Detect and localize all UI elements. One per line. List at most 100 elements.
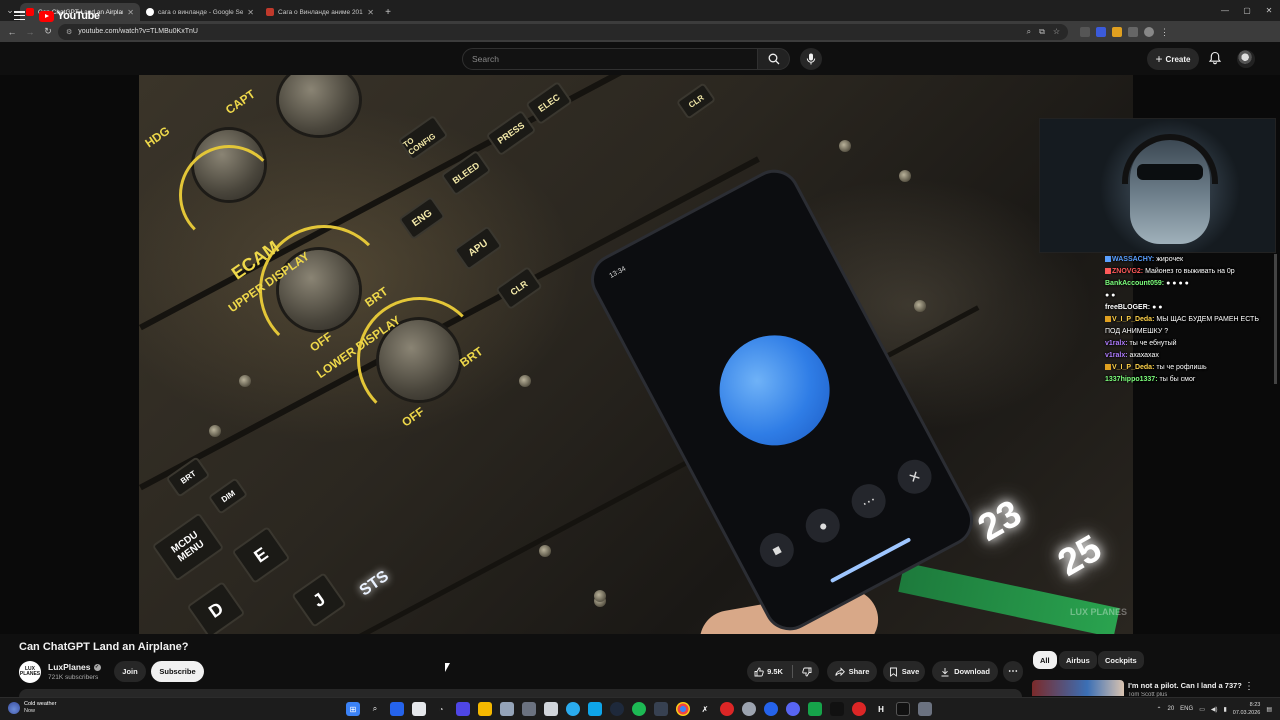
recommendation-thumbnail[interactable] — [1032, 680, 1124, 696]
browser-tab-2[interactable]: Сага о Винланде аниме 2019- ✕ — [260, 3, 380, 21]
telegram-icon[interactable] — [566, 702, 580, 716]
voice-search-button[interactable] — [800, 48, 822, 70]
clock[interactable]: 8:23 07.03.2026 — [1233, 701, 1261, 717]
weather-widget[interactable]: Cold weather Now — [8, 701, 56, 715]
join-button[interactable]: Join — [114, 661, 146, 682]
extension-icon[interactable] — [1080, 26, 1090, 37]
app-icon[interactable] — [830, 702, 844, 716]
recommendation-more-icon[interactable]: ⋮ — [1244, 681, 1254, 692]
microphone-icon — [806, 53, 816, 65]
app-icon[interactable] — [522, 702, 536, 716]
browser-tab-1[interactable]: сага о винланде - Google Sear ✕ — [140, 3, 260, 21]
language-indicator[interactable]: ENG — [1180, 706, 1193, 712]
site-info-icon[interactable]: ⚙ — [66, 28, 72, 36]
terminal-icon[interactable] — [896, 702, 910, 716]
notifications-bell-icon[interactable] — [1208, 51, 1222, 65]
address-bar[interactable]: ⚙ youtube.com/watch?v=TLMBu0KxTnU ⌕ ⧉ ☆ — [58, 23, 1068, 40]
calendar-icon[interactable] — [544, 702, 558, 716]
app-icon[interactable] — [456, 702, 470, 716]
more-actions-button[interactable]: ⋯ — [1003, 661, 1023, 682]
extension-icon[interactable] — [1096, 26, 1106, 37]
download-button[interactable]: Download — [932, 661, 998, 682]
search-button[interactable] — [757, 48, 790, 70]
sts-glow-label: STS — [356, 567, 392, 600]
mcdu-menu-key: MCDU MENU — [151, 512, 225, 582]
app-icon[interactable] — [654, 702, 668, 716]
tray-overflow-icon[interactable]: ⌃ — [1156, 706, 1161, 713]
voice-orb — [700, 315, 849, 465]
forward-icon[interactable]: → — [22, 24, 38, 40]
install-icon[interactable]: ⧉ — [1039, 27, 1045, 37]
file-explorer-icon[interactable] — [478, 702, 492, 716]
app-icon[interactable] — [500, 702, 514, 716]
chip-airbus[interactable]: Airbus — [1059, 651, 1097, 669]
channel-avatar[interactable]: LUX PLANES — [19, 661, 41, 683]
app-icon[interactable] — [852, 702, 866, 716]
description-box[interactable] — [19, 689, 1022, 697]
app-icon[interactable] — [412, 702, 426, 716]
chip-cockpits[interactable]: Cockpits — [1098, 651, 1144, 669]
extensions-area: ⋮ — [1080, 26, 1169, 37]
google-favicon-icon — [146, 8, 154, 16]
app-icon[interactable]: ✗ — [698, 702, 712, 716]
back-icon[interactable]: ← — [4, 24, 20, 40]
zoom-icon[interactable]: ⌕ — [1027, 27, 1031, 37]
widgets-icon[interactable] — [390, 702, 404, 716]
app-icon[interactable] — [764, 702, 778, 716]
create-button[interactable]: + Create — [1147, 48, 1199, 70]
minimize-icon[interactable]: — — [1214, 0, 1236, 21]
close-icon[interactable]: ✕ — [247, 8, 254, 17]
hamburger-menu-icon[interactable] — [14, 11, 25, 20]
minecraft-icon[interactable] — [808, 702, 822, 716]
app-icon[interactable] — [918, 702, 932, 716]
account-avatar[interactable] — [1237, 50, 1255, 68]
chrome-icon[interactable] — [676, 702, 690, 716]
like-count: 9.5K — [767, 667, 783, 676]
window-controls: — ▢ ✕ — [1214, 0, 1280, 21]
close-icon[interactable]: ✕ — [127, 8, 134, 17]
discord-icon[interactable] — [786, 702, 800, 716]
chat-scrollbar[interactable] — [1274, 254, 1277, 384]
chat-message: v1ralx: ахахахах — [1105, 352, 1159, 359]
windows-start-icon[interactable]: ⊞ — [346, 702, 360, 716]
thumbs-down-icon[interactable] — [802, 667, 812, 677]
spotify-icon[interactable] — [632, 702, 646, 716]
screw — [519, 375, 531, 387]
channel-watermark[interactable]: LUX PLANES — [1070, 608, 1127, 617]
search-icon[interactable]: ⌕ — [368, 702, 382, 716]
close-window-icon[interactable]: ✕ — [1258, 0, 1280, 21]
recommendation-title[interactable]: I'm not a pilot. Can I land a 737? — [1128, 681, 1248, 690]
profile-icon[interactable] — [1144, 26, 1154, 37]
youtube-logo[interactable]: YouTube — [39, 10, 100, 22]
app-icon[interactable] — [720, 702, 734, 716]
subscribe-button[interactable]: Subscribe — [151, 661, 204, 682]
chat-badge-icon — [1105, 268, 1111, 274]
search-input[interactable]: Search — [462, 48, 758, 70]
extension-icon[interactable] — [1112, 26, 1122, 37]
bookmark-star-icon[interactable]: ☆ — [1053, 27, 1060, 37]
channel-name[interactable]: LuxPlanes ✓ — [48, 662, 101, 672]
network-icon[interactable]: ▭ — [1199, 706, 1205, 713]
chip-all[interactable]: All — [1033, 651, 1057, 669]
steam-icon[interactable] — [610, 702, 624, 716]
notification-center-icon[interactable]: ▤ — [1266, 706, 1272, 713]
emote-icon: ● ● — [1105, 292, 1116, 299]
app-icon[interactable] — [588, 702, 602, 716]
share-button[interactable]: Share — [827, 661, 877, 682]
save-button[interactable]: Save — [883, 661, 925, 682]
volume-icon[interactable]: ◀) — [1211, 706, 1218, 713]
youtube-wordmark: YouTube — [57, 10, 100, 22]
app-icon[interactable]: H — [874, 702, 888, 716]
maximize-icon[interactable]: ▢ — [1236, 0, 1258, 21]
reload-icon[interactable]: ↻ — [40, 24, 56, 40]
puzzle-icon[interactable] — [1128, 26, 1138, 37]
battery-icon[interactable]: ▮ — [1223, 706, 1226, 713]
video-player[interactable]: ECAM UPPER DISPLAY LOWER DISPLAY BRT BRT… — [139, 75, 1133, 634]
app-icon[interactable]: ◔ — [434, 702, 448, 716]
new-tab-button[interactable]: + — [380, 3, 396, 21]
chat-badge-icon — [1105, 316, 1111, 322]
close-icon[interactable]: ✕ — [367, 8, 374, 17]
like-button[interactable]: 9.5K — [754, 667, 783, 677]
app-icon[interactable] — [742, 702, 756, 716]
kebab-menu-icon[interactable]: ⋮ — [1160, 27, 1169, 37]
